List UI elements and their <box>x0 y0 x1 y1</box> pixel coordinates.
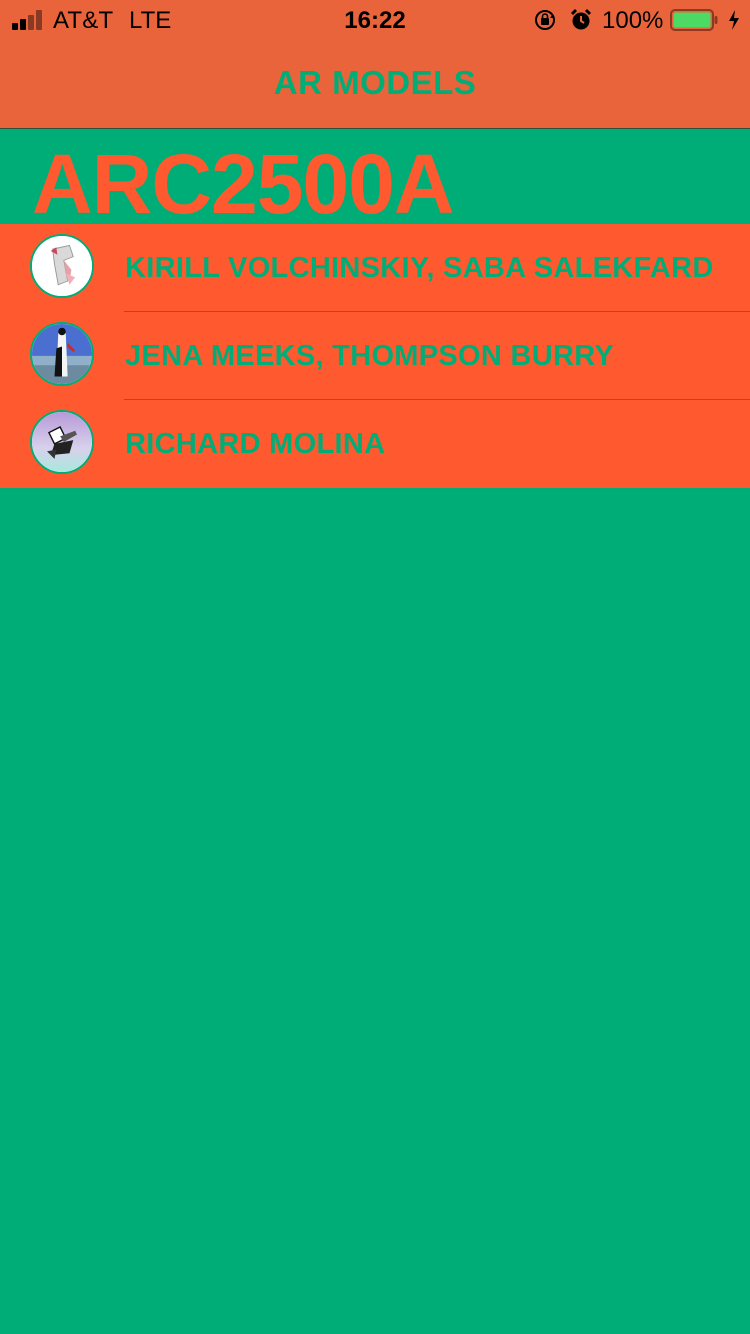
list-item-label: RICHARD MOLINA <box>125 428 386 460</box>
status-bar: AT&T LTE 16:22 100% <box>0 0 750 40</box>
page-title: ARC2500A <box>32 137 455 231</box>
nav-divider <box>0 128 750 129</box>
alarm-icon <box>570 8 592 30</box>
model-list: KIRILL VOLCHINSKIY, SABA SALEKFARD JENA … <box>0 224 750 488</box>
battery-percent: 100% <box>602 7 664 34</box>
list-item[interactable]: RICHARD MOLINA <box>0 400 750 488</box>
model-thumbnail-2 <box>30 322 94 386</box>
list-item[interactable]: KIRILL VOLCHINSKIY, SABA SALEKFARD <box>0 224 750 312</box>
nav-title: AR MODELS <box>273 64 477 101</box>
navigation-bar: AT&T LTE 16:22 100% AR MODELS <box>0 0 750 128</box>
model-thumbnail-1 <box>30 234 94 298</box>
list-item-label: KIRILL VOLCHINSKIY, SABA SALEKFARD <box>125 252 714 284</box>
rotation-lock-icon <box>535 10 555 30</box>
charging-bolt-icon <box>729 10 739 30</box>
model-thumbnail-3 <box>30 410 94 474</box>
list-item-label: JENA MEEKS, THOMPSON BURRY <box>125 340 615 372</box>
list-item[interactable]: JENA MEEKS, THOMPSON BURRY <box>0 312 750 400</box>
battery-icon <box>670 9 718 31</box>
